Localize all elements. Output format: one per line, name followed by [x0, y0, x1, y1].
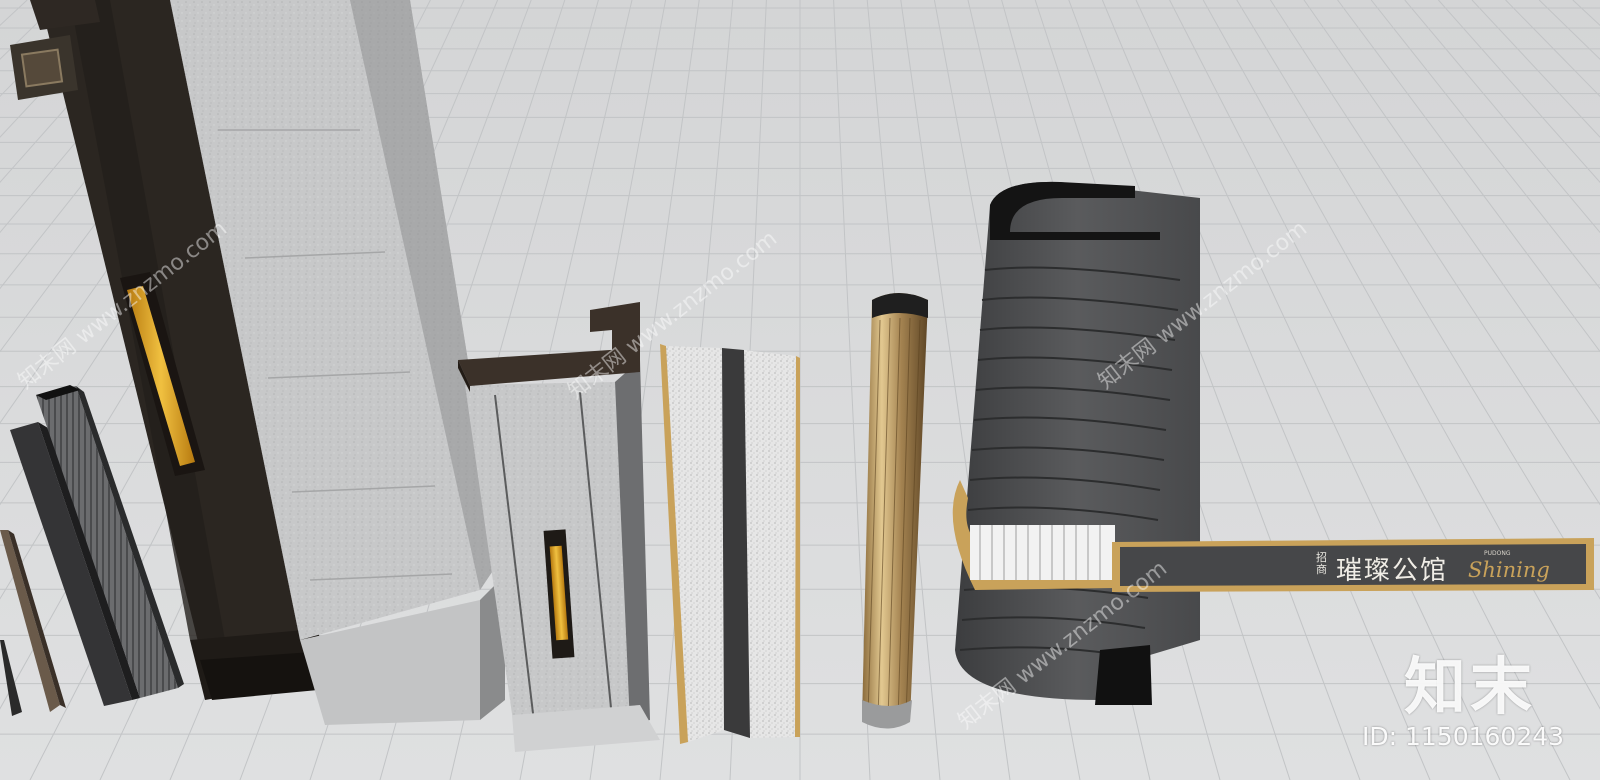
watermark-id: ID: 1150160243 — [1362, 722, 1565, 751]
watermark-logo: 知末 — [1404, 650, 1537, 723]
sign-white-flutes — [970, 525, 1115, 580]
sign-text-small-top: 招商 — [1316, 551, 1327, 576]
panel-speckled-stone-gold — [660, 344, 800, 744]
sign-text-name: 璀璨公馆 — [1336, 556, 1449, 586]
3d-scene — [0, 0, 1600, 780]
tower-dark-curved — [955, 181, 1200, 705]
render-viewport: 招商 璀璨公馆 PUDONG Shining 知末网 www.znzmo.com… — [0, 0, 1600, 780]
sign-text-tiny-en: PUDONG — [1484, 550, 1511, 557]
sign-text-script: Shining — [1468, 558, 1550, 582]
